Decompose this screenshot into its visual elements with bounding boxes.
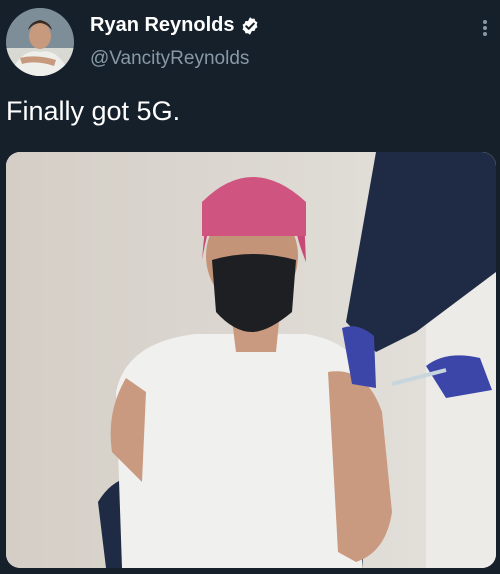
tweet-text: Finally got 5G.	[6, 96, 181, 126]
tweet-photo[interactable]	[6, 152, 496, 568]
author-handle[interactable]: @VancityReynolds	[90, 48, 249, 70]
display-name[interactable]: Ryan Reynolds	[90, 14, 234, 37]
avatar[interactable]	[6, 8, 74, 76]
more-vertical-icon[interactable]	[478, 18, 492, 42]
author-name-row[interactable]: Ryan Reynolds	[90, 14, 260, 37]
verified-badge-icon	[243, 16, 258, 35]
tweet: Ryan Reynolds @VancityReynolds Finally g…	[0, 0, 500, 574]
